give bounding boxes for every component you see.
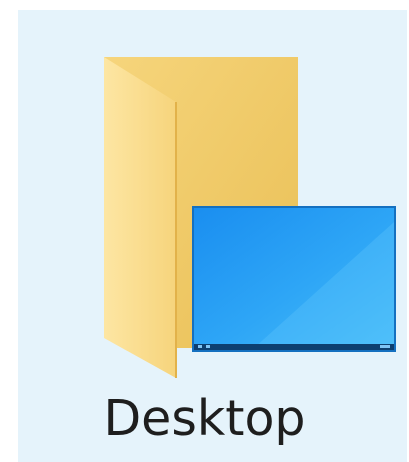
item-label: Desktop xyxy=(103,390,306,447)
screen-taskbar xyxy=(194,344,394,350)
folder-front xyxy=(104,57,176,378)
